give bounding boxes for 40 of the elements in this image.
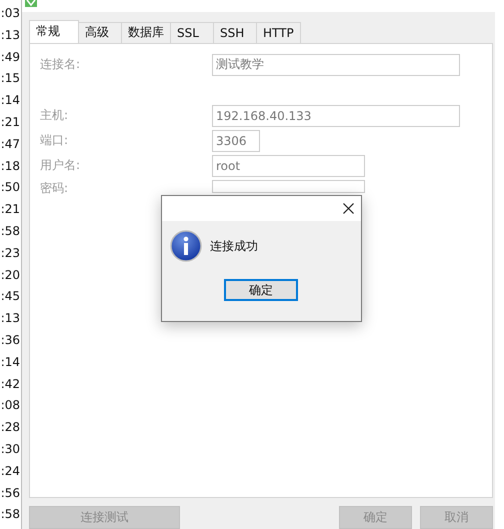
time-text: :08 <box>0 397 21 414</box>
field-label: 用户名: <box>40 157 82 174</box>
time-text: :13 <box>0 26 21 44</box>
time-text: :56 <box>0 484 21 502</box>
time-text: :58 <box>0 222 21 240</box>
field-label: 密码: <box>40 180 70 197</box>
input-field[interactable]: 测试教学 <box>212 54 460 76</box>
time-text: :50 <box>0 179 21 196</box>
time-text: :20 <box>0 266 21 284</box>
input-field[interactable]: root <box>212 154 365 177</box>
time-text: :23 <box>0 244 21 262</box>
time-text: :13 <box>0 310 21 328</box>
close-icon[interactable] <box>343 203 354 214</box>
message-text: 连接成功 <box>210 238 258 254</box>
tab[interactable]: 常规 <box>29 20 79 43</box>
time-text: :21 <box>0 114 21 131</box>
input-field[interactable]: 192.168.40.133 <box>212 104 460 127</box>
time-text: :45 <box>0 288 21 306</box>
field-label: 主机: <box>40 107 70 124</box>
ok-button[interactable]: 确定 <box>224 279 298 301</box>
time-text: :36 <box>0 332 21 349</box>
time-text: :21 <box>0 201 21 218</box>
time-text: :47 <box>0 136 21 153</box>
input-field[interactable]: 3306 <box>212 130 260 152</box>
time-text: :28 <box>0 419 21 436</box>
time-text: :58 <box>0 506 21 524</box>
info-icon <box>170 230 202 262</box>
input-field[interactable] <box>212 180 365 193</box>
time-text: :49 <box>0 48 21 66</box>
time-text: :14 <box>0 354 21 371</box>
time-text: :30 <box>0 440 21 458</box>
time-text: :03 <box>0 5 21 22</box>
tab[interactable]: HTTP <box>256 22 301 43</box>
field-label: 连接名: <box>40 56 82 74</box>
time-text: :15 <box>0 70 21 88</box>
field-label: 端口: <box>40 132 70 150</box>
time-text: :42 <box>0 376 21 393</box>
time-text: :24 <box>0 462 21 480</box>
time-text: :18 <box>0 158 21 175</box>
time-text: :14 <box>0 92 21 110</box>
